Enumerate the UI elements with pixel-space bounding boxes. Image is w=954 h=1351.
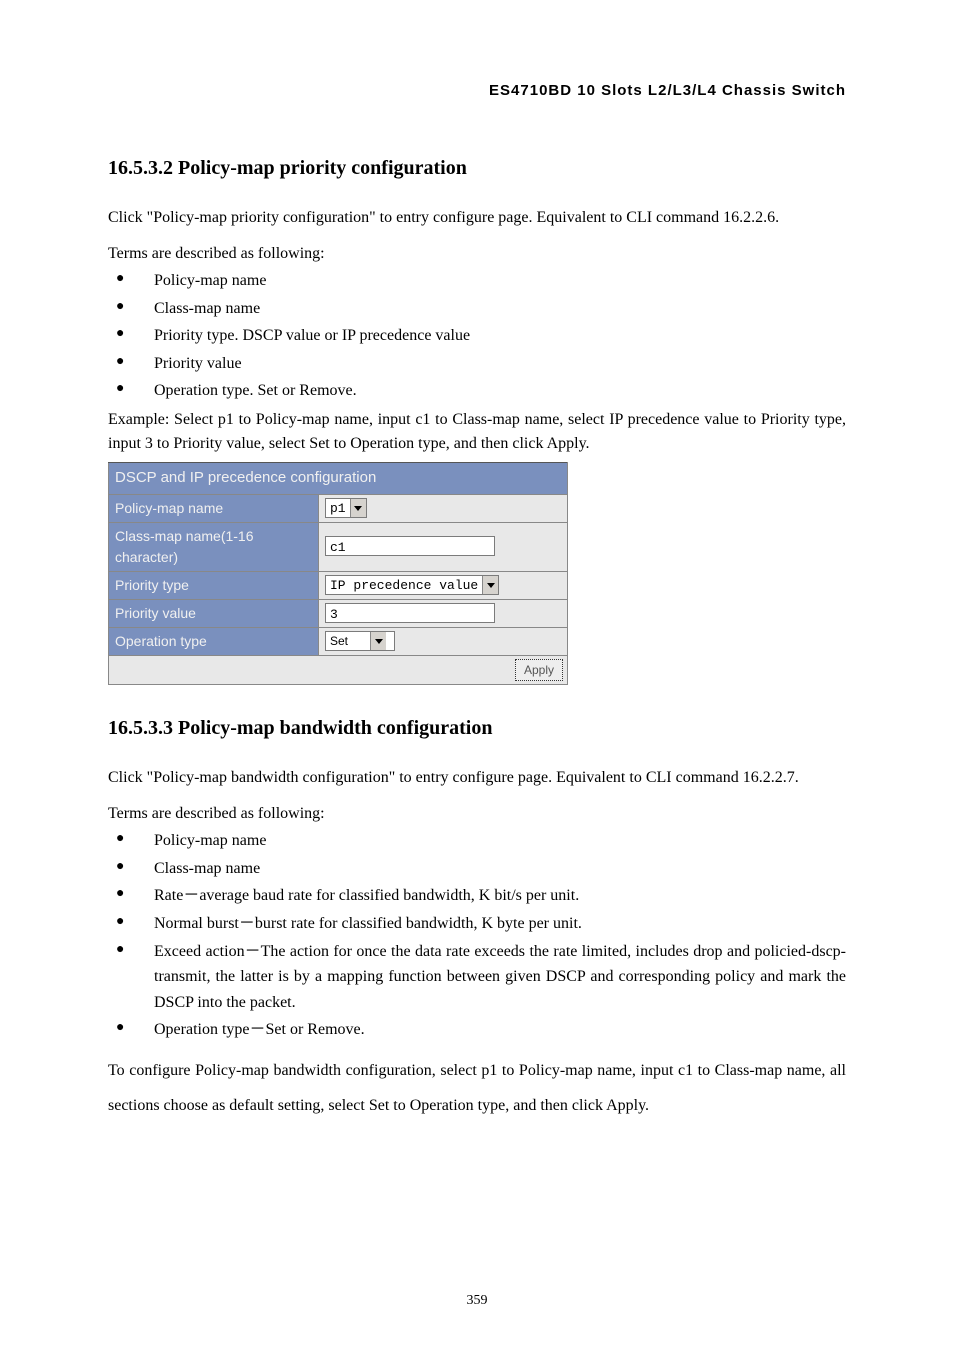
list-item: Class-map name (108, 296, 846, 322)
list-item: Operation type. Set or Remove. (108, 378, 846, 404)
class-map-name-label: Class-map name(1-16 character) (109, 522, 319, 571)
section-heading-1: 16.5.3.2 Policy-map priority configurati… (108, 153, 846, 183)
operation-type-label: Operation type (109, 627, 319, 655)
section2-para1: Click "Policy-map bandwidth configuratio… (108, 761, 846, 795)
list-item: Class-map name (108, 856, 846, 882)
chevron-down-icon (350, 499, 366, 517)
select-value: Set (326, 632, 370, 650)
select-value: IP precedence value (326, 576, 482, 596)
list-item: Exceed action－The action for once the da… (108, 939, 846, 1016)
example-text: Example: Select p1 to Policy-map name, i… (108, 408, 846, 456)
list-item: Rate－average baud rate for classified ba… (108, 883, 846, 909)
priority-value-label: Priority value (109, 599, 319, 627)
class-map-name-input[interactable]: c1 (325, 536, 495, 556)
terms-intro-1: Terms are described as following: (108, 242, 846, 266)
policy-map-name-label: Policy-map name (109, 494, 319, 522)
table-title: DSCP and IP precedence configuration (109, 463, 568, 495)
list-item: Policy-map name (108, 828, 846, 854)
select-value: p1 (326, 499, 350, 519)
apply-button[interactable]: Apply (515, 659, 563, 681)
priority-value-input[interactable]: 3 (325, 603, 495, 623)
section-heading-2: 16.5.3.3 Policy-map bandwidth configurat… (108, 713, 846, 743)
list-item: Priority value (108, 351, 846, 377)
page-number: 359 (0, 1290, 954, 1311)
list-item: Policy-map name (108, 268, 846, 294)
section2-para2: To configure Policy-map bandwidth config… (108, 1053, 846, 1123)
section1-para1: Click "Policy-map priority configuration… (108, 201, 846, 235)
priority-type-select[interactable]: IP precedence value (325, 575, 499, 595)
policy-map-name-select[interactable]: p1 (325, 498, 367, 518)
list-item: Normal burst－burst rate for classified b… (108, 911, 846, 937)
operation-type-select[interactable]: Set (325, 631, 395, 651)
document-header: ES4710BD 10 Slots L2/L3/L4 Chassis Switc… (108, 80, 846, 103)
bullet-list-1: Policy-map name Class-map name Priority … (108, 268, 846, 404)
list-item: Priority type. DSCP value or IP preceden… (108, 323, 846, 349)
list-item: Operation type－Set or Remove. (108, 1017, 846, 1043)
terms-intro-2: Terms are described as following: (108, 802, 846, 826)
bullet-list-2: Policy-map name Class-map name Rate－aver… (108, 828, 846, 1043)
priority-type-label: Priority type (109, 571, 319, 599)
dscp-config-table: DSCP and IP precedence configuration Pol… (108, 462, 568, 685)
chevron-down-icon (370, 632, 386, 650)
chevron-down-icon (482, 576, 498, 594)
